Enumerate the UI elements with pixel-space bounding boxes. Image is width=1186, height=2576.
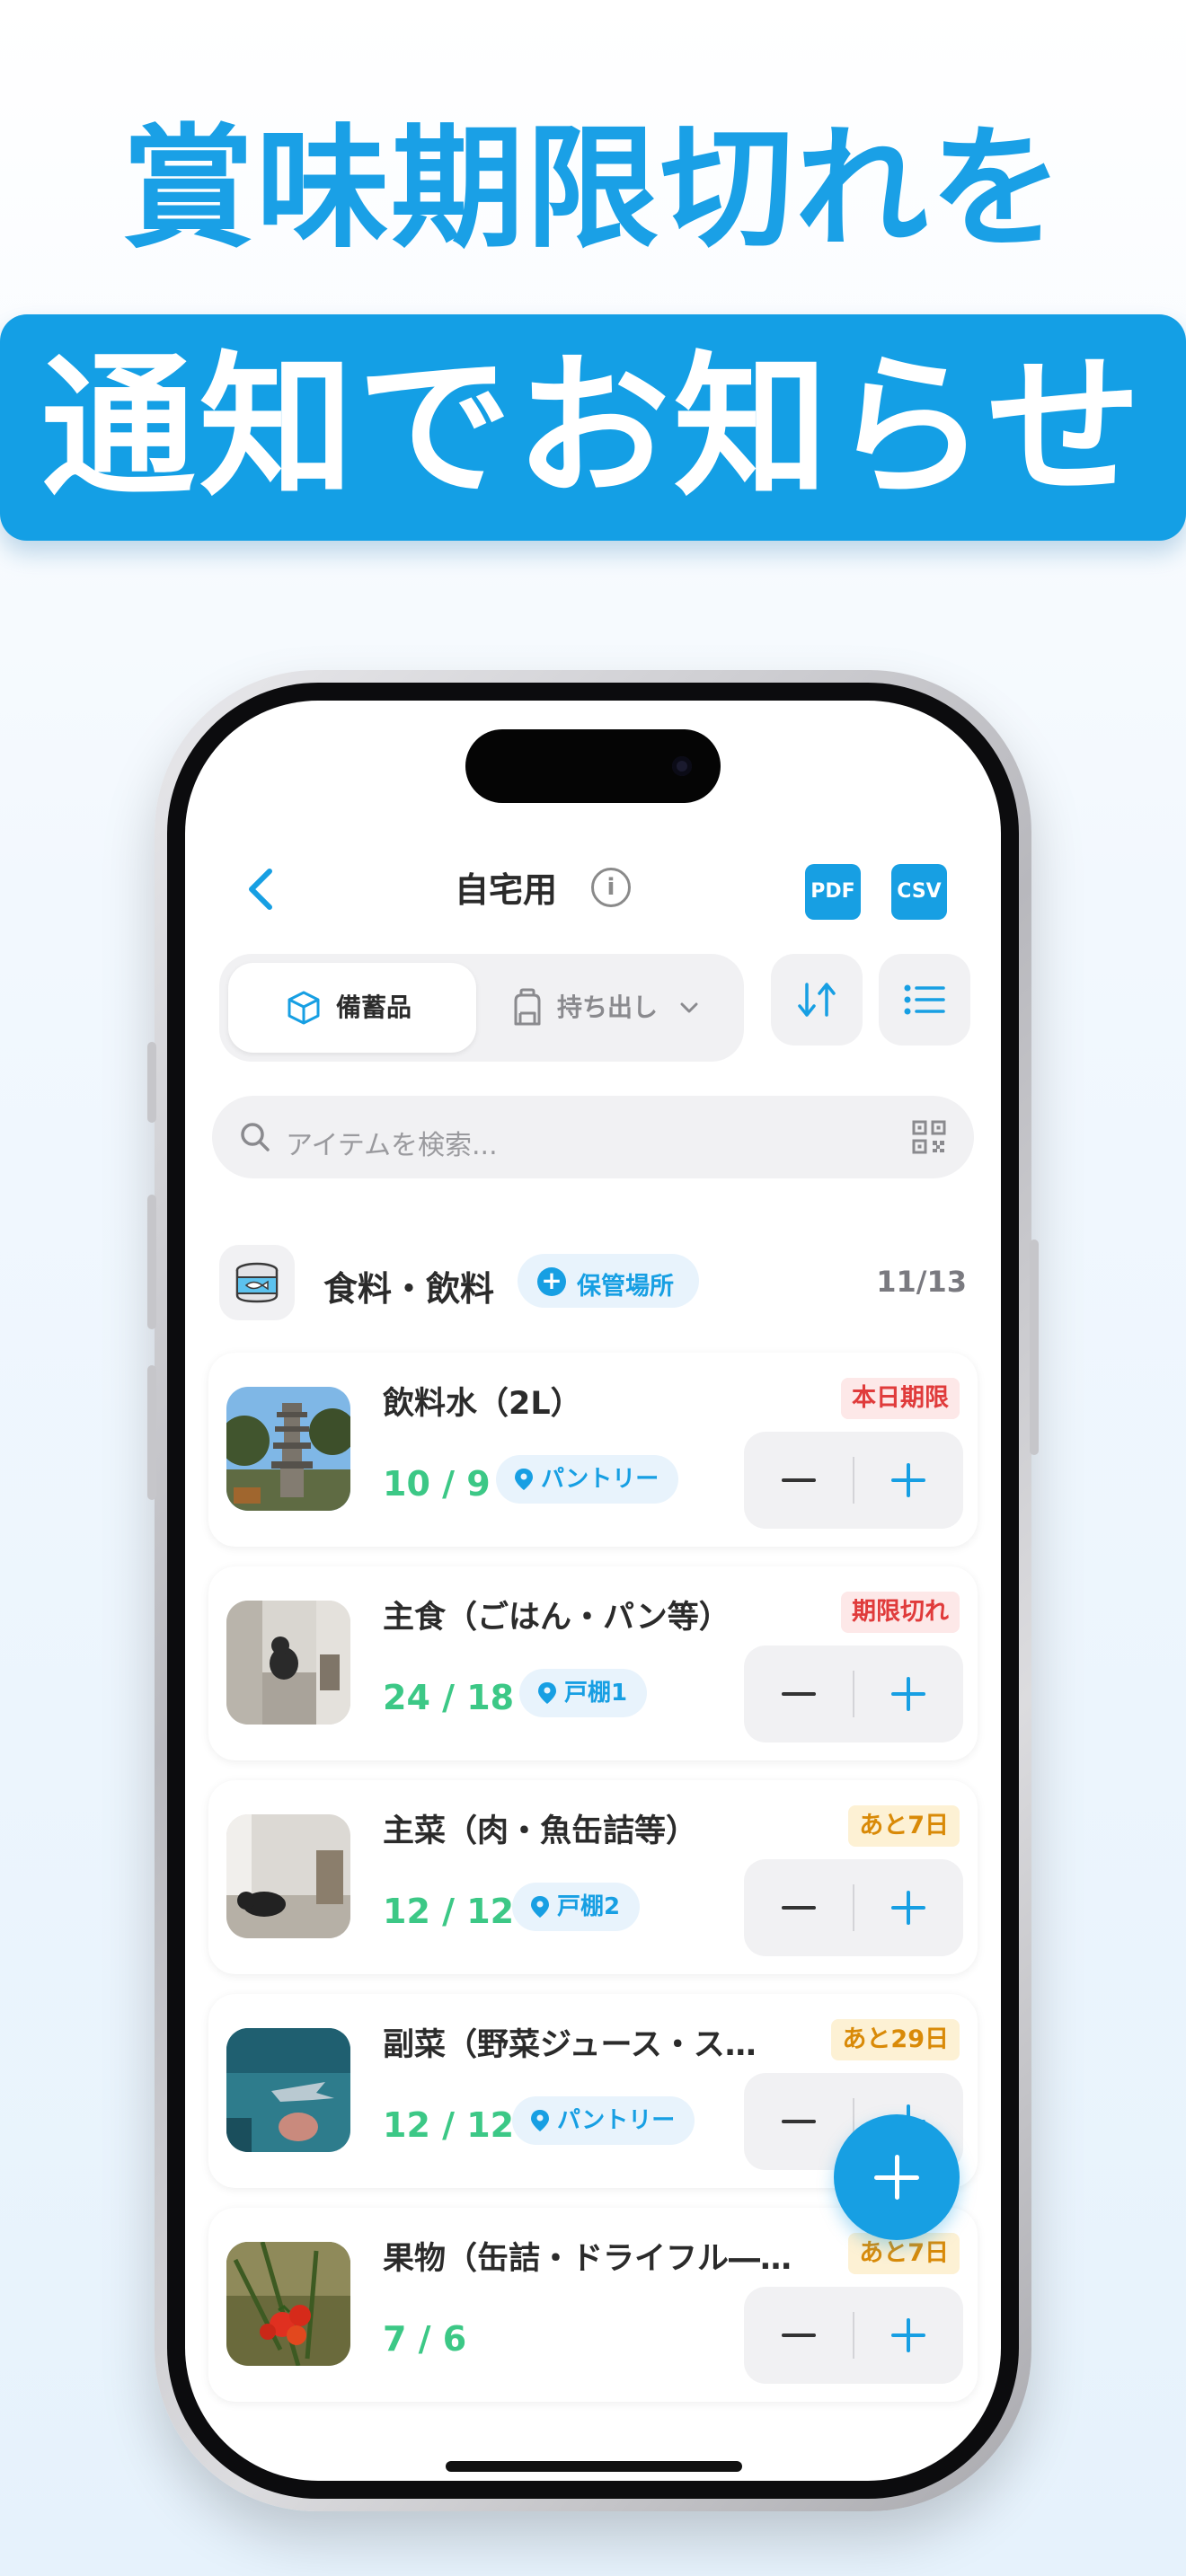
item-card[interactable]: 飲料水（2L） 本日期限 10 / 9 パントリー: [208, 1353, 978, 1547]
home-indicator: [446, 2461, 742, 2472]
decrement-button[interactable]: [744, 1432, 854, 1529]
location-chip[interactable]: パントリー: [512, 2096, 695, 2145]
increment-button[interactable]: [854, 1859, 963, 1956]
location-chip[interactable]: パントリー: [496, 1455, 679, 1504]
location-chip[interactable]: 戸棚2: [512, 1883, 641, 1931]
search-input[interactable]: アイテムを検索...: [286, 1123, 498, 1162]
cat-photo: [226, 1814, 350, 1938]
location-label: パントリー: [541, 1466, 659, 1493]
item-quantity: 12 / 12: [383, 1892, 515, 1931]
tab-stockpile-label: 備蓄品: [336, 992, 412, 1022]
item-quantity: 12 / 12: [383, 2105, 515, 2145]
nav-bar: 自宅用 i PDF CSV: [185, 835, 1001, 943]
storage-location-label: 保管場所: [577, 1273, 674, 1301]
item-card[interactable]: 主菜（肉・魚缶詰等） あと7日 12 / 12 戸棚2: [208, 1780, 978, 1974]
tab-carry-out[interactable]: 持ち出し: [489, 963, 737, 1053]
phone-volume-up: [147, 1195, 156, 1329]
category-title: 食料・飲料: [323, 1269, 495, 1309]
location-pin-icon: [538, 1682, 556, 1704]
cat-photo: [226, 1601, 350, 1725]
pagoda-photo: [226, 1387, 350, 1511]
pdf-export-button[interactable]: PDF: [805, 864, 861, 920]
expiry-badge: あと29日: [831, 2019, 960, 2060]
expiry-badge: あと7日: [848, 1805, 960, 1847]
back-button[interactable]: [239, 866, 284, 913]
storage-location-button[interactable]: + 保管場所: [518, 1254, 699, 1308]
cube-icon: [288, 991, 320, 1025]
aquarium-photo: [226, 2028, 350, 2152]
expiry-badge: 期限切れ: [841, 1592, 960, 1633]
decrement-button[interactable]: [744, 1859, 854, 1956]
item-quantity: 24 / 18: [383, 1678, 515, 1717]
location-pin-icon: [531, 1896, 549, 1918]
chevron-down-icon: [680, 1002, 698, 1013]
camera-icon: [672, 756, 692, 776]
location-pin-icon: [515, 1469, 533, 1490]
phone-power-button: [1030, 1239, 1039, 1455]
qr-scan-icon: [912, 1120, 946, 1154]
list-view-button[interactable]: [879, 954, 970, 1045]
increment-button[interactable]: [854, 1432, 963, 1529]
item-photo: [226, 1601, 350, 1725]
page-title: 自宅用: [455, 870, 558, 910]
decrement-button[interactable]: [744, 2287, 854, 2384]
quantity-stepper: [744, 1859, 963, 1956]
sort-arrows-icon: [798, 983, 836, 1017]
dynamic-island: [465, 729, 721, 803]
item-photo: [226, 1387, 350, 1511]
location-pin-icon: [531, 2110, 549, 2131]
tab-stockpile[interactable]: 備蓄品: [228, 963, 476, 1053]
item-quantity: 10 / 9: [383, 1464, 491, 1504]
backpack-icon: [514, 988, 541, 1026]
headline-line2: 通知でお知らせ: [40, 337, 1146, 517]
add-item-button[interactable]: [834, 2114, 960, 2240]
item-photo: [226, 2242, 350, 2366]
decrement-button[interactable]: [744, 1645, 854, 1742]
category-count: 11/13: [876, 1265, 967, 1299]
phone-volume-down: [147, 1365, 156, 1500]
search-bar[interactable]: アイテムを検索...: [212, 1096, 974, 1178]
info-icon[interactable]: i: [591, 868, 631, 907]
location-label: パントリー: [557, 2107, 676, 2134]
app-screen: 自宅用 i PDF CSV 備蓄品 持ち出し アイテムを検索... 食料・飲料 …: [185, 701, 1001, 2481]
category-can-icon: [219, 1245, 295, 1320]
chevron-left-icon: [249, 869, 272, 910]
list-icon: [904, 984, 945, 1015]
item-card[interactable]: 果物（缶詰・ドライフル―… あと7日 7 / 6: [208, 2208, 978, 2402]
tab-carry-out-label: 持ち出し: [557, 992, 659, 1022]
item-photo: [226, 1814, 350, 1938]
headline-banner: 通知でお知らせ: [0, 314, 1186, 541]
location-chip[interactable]: 戸棚1: [519, 1669, 648, 1717]
increment-button[interactable]: [854, 1645, 963, 1742]
location-label: 戸棚1: [564, 1680, 628, 1707]
expiry-badge: 本日期限: [841, 1378, 960, 1419]
location-label: 戸棚2: [557, 1893, 621, 1920]
phone-action-button: [147, 1042, 156, 1123]
csv-export-button[interactable]: CSV: [891, 864, 947, 920]
item-name: 副菜（野菜ジュース・ス…: [383, 2027, 757, 2063]
tab-switcher: 備蓄品 持ち出し: [219, 954, 744, 1062]
item-name: 飲料水（2L）: [383, 1386, 582, 1422]
item-quantity: 7 / 6: [383, 2319, 467, 2359]
canned-food-icon: [235, 1262, 279, 1303]
item-name: 主菜（肉・魚缶詰等）: [383, 1813, 698, 1849]
quantity-stepper: [744, 2287, 963, 2384]
quantity-stepper: [744, 1645, 963, 1742]
tomato-photo: [226, 2242, 350, 2366]
increment-button[interactable]: [854, 2287, 963, 2384]
item-name: 果物（缶詰・ドライフル―…: [383, 2241, 792, 2277]
plus-circle-icon: +: [537, 1267, 566, 1296]
headline-line1: 賞味期限切れを: [121, 111, 1065, 266]
sort-button[interactable]: [771, 954, 863, 1045]
search-icon: [241, 1123, 270, 1151]
quantity-stepper: [744, 1432, 963, 1529]
item-card[interactable]: 主食（ごはん・パン等） 期限切れ 24 / 18 戸棚1: [208, 1566, 978, 1760]
item-photo: [226, 2028, 350, 2152]
item-name: 主食（ごはん・パン等）: [383, 1600, 730, 1636]
